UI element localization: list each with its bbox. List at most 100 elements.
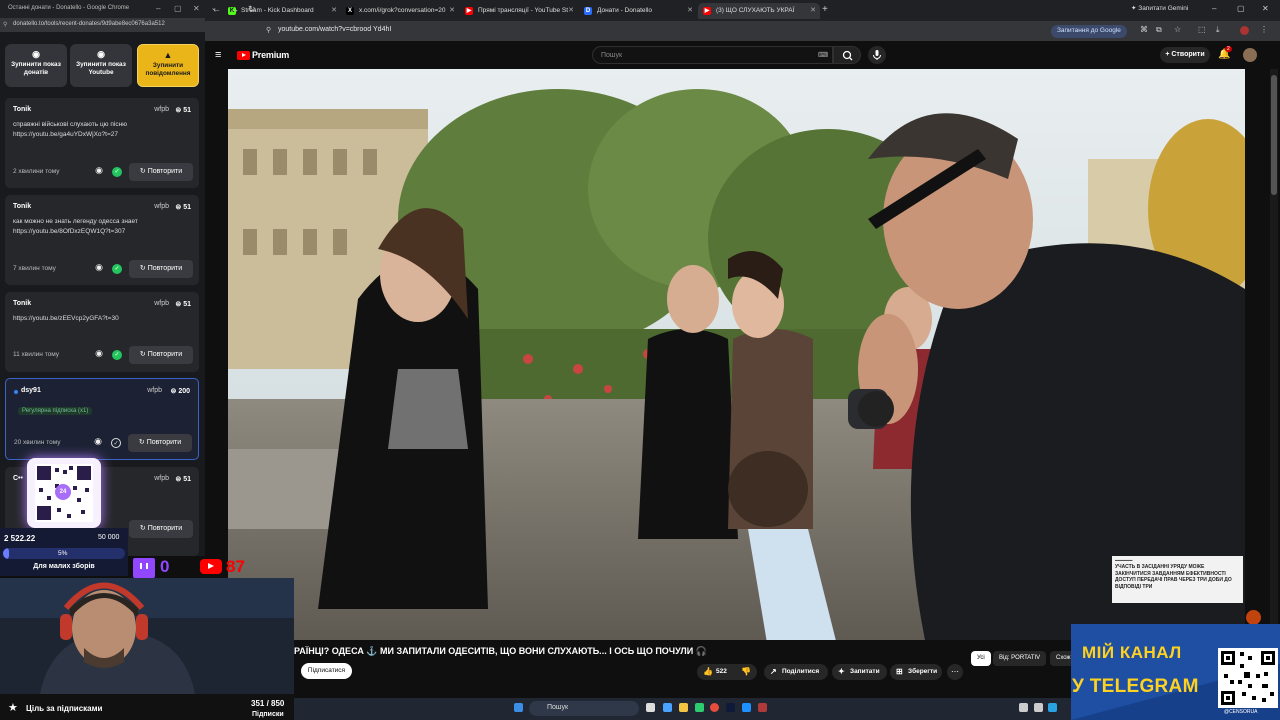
- minimize-icon[interactable]: –: [156, 4, 160, 13]
- tab-close-icon[interactable]: ✕: [810, 6, 816, 14]
- tab-close-icon[interactable]: ✕: [449, 6, 455, 14]
- chrome-icon[interactable]: [710, 703, 719, 712]
- ask-google-button[interactable]: Запитання до Google: [1051, 25, 1127, 38]
- close-icon[interactable]: ✕: [1262, 4, 1269, 13]
- back-icon[interactable]: ←: [212, 4, 221, 14]
- subscribe-label: Підписатися: [307, 667, 346, 674]
- avatar[interactable]: [1243, 48, 1257, 62]
- ask-gemini-button[interactable]: ✦ Запитати Gemini: [1131, 4, 1188, 12]
- share-button[interactable]: ↗ Поділитися: [764, 664, 828, 680]
- telegram-tray-icon[interactable]: [1048, 703, 1057, 712]
- tab-donatello[interactable]: D Донати - Donatello ✕: [579, 3, 697, 19]
- check-icon[interactable]: ✓: [112, 264, 122, 274]
- chip-from-channel[interactable]: Від: PORTATIV: [993, 651, 1047, 666]
- share-label: Поділитися: [782, 668, 820, 675]
- tab-kick[interactable]: K Stream - Kick Dashboard ✕: [223, 3, 341, 19]
- app-icon[interactable]: [726, 703, 735, 712]
- youtube-premium-wordmark[interactable]: Premium: [252, 50, 289, 60]
- keyboard-icon[interactable]: ⌨: [818, 51, 828, 59]
- more-actions-button[interactable]: ⋯: [947, 664, 963, 680]
- eye-icon[interactable]: ◉: [95, 262, 103, 273]
- repeat-button[interactable]: ↻ Повторити: [128, 434, 192, 452]
- subscribe-button[interactable]: Підписатися: [301, 663, 352, 679]
- stop-donates-button[interactable]: ◉ Зупинити показ донатів: [5, 44, 67, 87]
- translate-icon[interactable]: ⌘: [1140, 25, 1148, 34]
- repeat-button[interactable]: ↻ Повторити: [129, 260, 193, 278]
- tab-youtube-studio[interactable]: ▶ Прямі трансляції - YouTube St ✕: [460, 3, 578, 19]
- eye-icon[interactable]: ◉: [95, 348, 103, 359]
- page-scrollbar-thumb[interactable]: [1271, 75, 1277, 195]
- close-icon[interactable]: ✕: [193, 4, 200, 13]
- site-info-icon[interactable]: ⚲: [266, 26, 271, 34]
- donation-message: как можно не знать легенду одесса знает …: [13, 218, 138, 235]
- donor-name: Tonik: [13, 106, 32, 113]
- bookmark-star-icon[interactable]: ☆: [1174, 25, 1181, 34]
- ask-button[interactable]: ✦ Запитати: [832, 664, 887, 680]
- site-info-icon[interactable]: ⚲: [3, 21, 7, 28]
- tab-close-icon[interactable]: ✕: [331, 6, 337, 14]
- maximize-icon[interactable]: ▢: [174, 4, 182, 13]
- gemini-label: Запитати Gemini: [1138, 5, 1189, 12]
- repeat-button[interactable]: ↻ Повторити: [129, 520, 193, 538]
- tab-current-video[interactable]: ▶ (3) ЩО СЛУХАЮТЬ УКРАЇ ✕: [698, 3, 820, 19]
- check-icon[interactable]: ✓: [111, 438, 121, 448]
- video-player[interactable]: [228, 69, 1245, 640]
- like-button[interactable]: 👍: [703, 667, 713, 676]
- tab-label: x.com/i/grok?conversation=20: [359, 7, 446, 14]
- hamburger-menu-icon[interactable]: ≡: [215, 49, 221, 61]
- x-icon: X: [346, 7, 354, 15]
- tab-grok[interactable]: X x.com/i/grok?conversation=20 ✕: [341, 3, 459, 19]
- tab-close-icon[interactable]: ✕: [687, 6, 693, 14]
- donatello-address-bar[interactable]: ⚲ donatello.to/tools/recent-donates/9d9a…: [0, 18, 205, 32]
- url-field[interactable]: youtube.com/watch?v=cbrood Yd4hI: [278, 26, 391, 33]
- stop-youtube-button[interactable]: ◉ Зупинити показ Youtube: [70, 44, 132, 87]
- app-icon[interactable]: [695, 703, 704, 712]
- profile-avatar[interactable]: [1240, 26, 1249, 35]
- search-button[interactable]: [833, 46, 861, 64]
- new-indicator-icon: [14, 390, 18, 394]
- extensions-icon[interactable]: ⬚: [1198, 25, 1206, 34]
- task-view-icon[interactable]: [646, 703, 655, 712]
- install-icon[interactable]: ⧉: [1156, 25, 1162, 35]
- new-tab-button[interactable]: +: [822, 4, 828, 15]
- youtube-icon: ▶: [465, 7, 473, 15]
- tray-app-icon[interactable]: [1034, 703, 1043, 712]
- donation-card: Tonik wfpb ⊜ 51 справжні військові слуха…: [5, 98, 199, 188]
- repeat-button[interactable]: ↻ Повторити: [129, 346, 193, 364]
- widgets-icon[interactable]: [663, 703, 672, 712]
- save-button[interactable]: ⊞ Зберегти: [890, 664, 942, 680]
- tray-chevron-icon[interactable]: [1019, 703, 1028, 712]
- repeat-label: Повторити: [147, 265, 183, 272]
- minimize-icon[interactable]: –: [1212, 4, 1216, 13]
- eye-icon[interactable]: ◉: [95, 165, 103, 176]
- youtube-logo[interactable]: [237, 51, 250, 60]
- check-icon[interactable]: ✓: [112, 350, 122, 360]
- channel-watermark-icon[interactable]: [1246, 610, 1261, 625]
- file-explorer-icon[interactable]: [679, 703, 688, 712]
- start-menu-icon[interactable]: [514, 703, 523, 712]
- eye-icon[interactable]: ◉: [94, 436, 102, 447]
- app-icon[interactable]: [758, 703, 767, 712]
- voice-search-button[interactable]: [868, 46, 886, 64]
- forward-icon[interactable]: →: [230, 4, 239, 14]
- stop-alerts-button[interactable]: ▲ Зупинити повідомлення: [137, 44, 199, 87]
- maximize-icon[interactable]: ▢: [1237, 4, 1245, 13]
- donatello-url[interactable]: donatello.to/tools/recent-donates/9d9abe…: [13, 21, 165, 27]
- donation-amount-value: 51: [183, 476, 191, 483]
- goal-target-amount: 50 000: [98, 534, 120, 541]
- downloads-icon[interactable]: ⤓: [1216, 25, 1220, 35]
- repeat-label: Повторити: [147, 168, 183, 175]
- chrome-menu-icon[interactable]: ⋮: [1260, 25, 1268, 34]
- taskbar-search[interactable]: Пошук: [529, 701, 639, 716]
- dislike-button[interactable]: 👎: [741, 667, 751, 676]
- tab-close-icon[interactable]: ✕: [568, 6, 574, 14]
- check-icon[interactable]: ✓: [112, 167, 122, 177]
- chip-all[interactable]: Усі: [971, 651, 991, 666]
- donation-amount: ⊜ 51: [175, 301, 191, 308]
- app-icon[interactable]: [742, 703, 751, 712]
- telegram-banner-line1: МІЙ КАНАЛ: [1082, 643, 1182, 662]
- reload-icon[interactable]: ↻: [248, 4, 256, 15]
- create-button[interactable]: + Створити: [1160, 47, 1210, 63]
- repeat-button[interactable]: ↻ Повторити: [129, 163, 193, 181]
- search-input[interactable]: Пошук: [592, 46, 833, 64]
